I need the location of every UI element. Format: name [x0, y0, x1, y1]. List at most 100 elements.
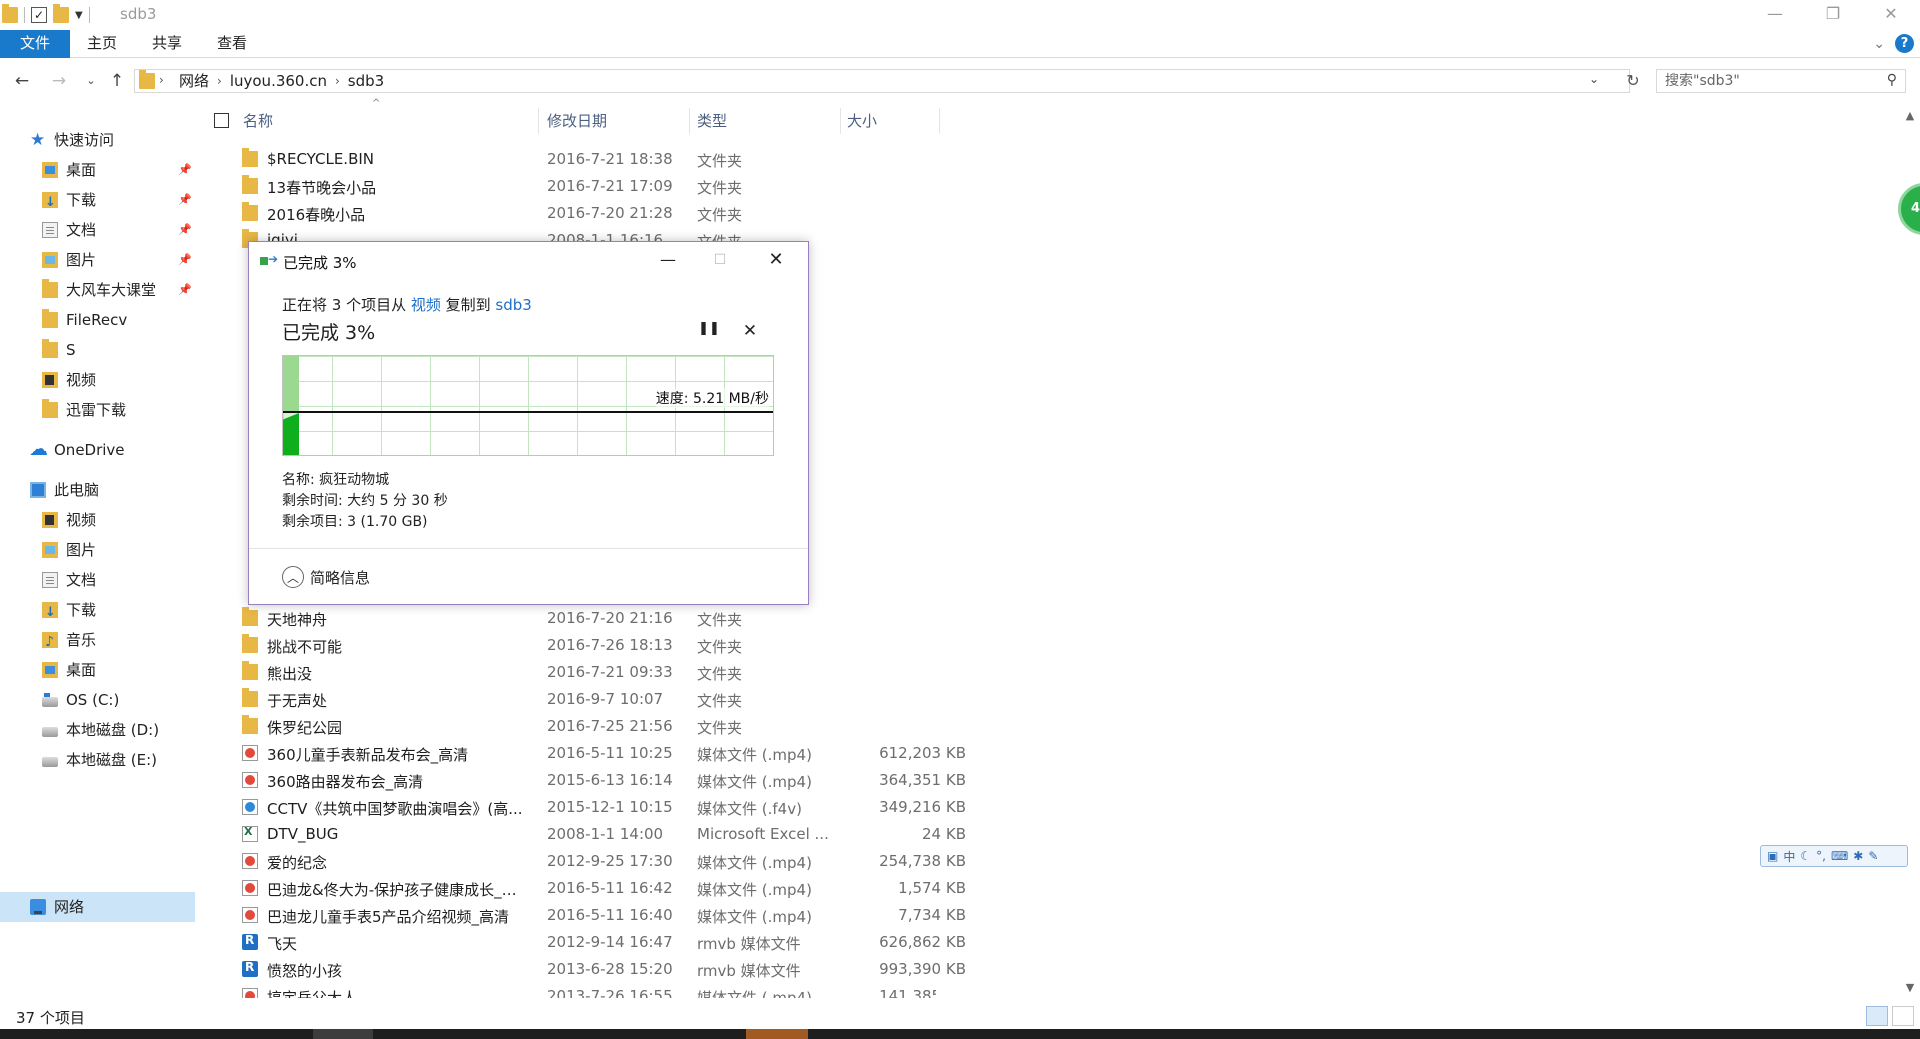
customize-toolbar-chevron-icon[interactable]: ▼: [75, 10, 83, 21]
pin-icon[interactable]: 📌: [178, 164, 192, 175]
file-row[interactable]: 360儿童手表新品发布会_高清 2016-5-11 10:25 媒体文件 (.mp4…: [236, 740, 966, 767]
recent-locations-chevron-icon[interactable]: ⌄: [80, 69, 102, 93]
large-icons-view-icon[interactable]: [1892, 1006, 1914, 1026]
sidebar-item-this-pc[interactable]: 此电脑: [30, 476, 99, 504]
ime-tools-icon[interactable]: ✎: [1868, 849, 1878, 863]
sidebar-item-pc-documents[interactable]: 文档: [42, 566, 96, 594]
column-divider[interactable]: [689, 108, 690, 134]
maximize-button[interactable]: ❐: [1804, 0, 1862, 30]
file-row[interactable]: 侏罗纪公园 2016-7-25 21:56 文件夹: [236, 713, 936, 740]
breadcrumb-network[interactable]: 网络: [179, 70, 209, 92]
pin-icon[interactable]: 📌: [178, 194, 192, 205]
ime-settings-icon[interactable]: ✱: [1853, 849, 1863, 863]
minimize-button[interactable]: —: [1746, 0, 1804, 30]
taskbar-item[interactable]: [746, 1029, 808, 1039]
breadcrumb-chevron-icon[interactable]: ›: [217, 70, 222, 92]
sidebar-item-onedrive[interactable]: OneDrive: [29, 435, 125, 464]
file-row[interactable]: 于无声处 2016-9-7 10:07 文件夹: [236, 686, 936, 713]
file-row[interactable]: 飞天 2012-9-14 16:47 rmvb 媒体文件 626,862 KB: [236, 929, 966, 956]
file-row[interactable]: 巴迪龙&佟大为-保护孩子健康成长_高... 2016-5-11 16:42 媒体文件…: [236, 875, 966, 902]
pause-button[interactable]: ❚❚: [697, 321, 721, 341]
source-link[interactable]: 视频: [411, 296, 441, 314]
column-divider[interactable]: [939, 108, 940, 134]
back-arrow-icon[interactable]: ←: [11, 69, 33, 93]
column-header-type[interactable]: 类型: [697, 108, 837, 134]
scroll-down-arrow-icon[interactable]: ▼: [1900, 980, 1920, 996]
sidebar-item-pc-music[interactable]: 音乐: [42, 626, 96, 656]
cancel-copy-button[interactable]: ✕: [738, 321, 762, 341]
tab-file[interactable]: 文件: [0, 30, 70, 58]
pin-icon[interactable]: 📌: [178, 284, 192, 295]
expand-ribbon-chevron-icon[interactable]: ⌄: [1873, 36, 1885, 52]
sidebar-item-pc-desktop[interactable]: 桌面: [42, 656, 96, 684]
pin-icon[interactable]: 📌: [178, 224, 192, 235]
search-input[interactable]: [1657, 70, 1867, 92]
file-row[interactable]: 熊出没 2016-7-21 09:33 文件夹: [236, 659, 936, 686]
sidebar-item-filerecv[interactable]: FileRecv: [42, 306, 127, 334]
file-row[interactable]: 挑战不可能 2016-7-26 18:13 文件夹: [236, 632, 936, 659]
column-header-name[interactable]: 名称: [243, 108, 533, 134]
destination-link[interactable]: sdb3: [495, 296, 531, 314]
sidebar-item-drive-c[interactable]: OS (C:): [42, 686, 119, 714]
dialog-minimize-button[interactable]: —: [654, 248, 682, 272]
sidebar-item-network[interactable]: 网络: [30, 893, 84, 921]
file-row[interactable]: DTV_BUG 2008-1-1 14:00 Microsoft Excel ...…: [236, 821, 966, 848]
sidebar-item-pc-downloads[interactable]: 下载: [42, 596, 96, 627]
sidebar-item-videos[interactable]: 视频: [42, 366, 96, 394]
properties-check-icon[interactable]: ✓: [31, 7, 47, 23]
tab-share[interactable]: 共享: [145, 30, 189, 58]
file-row[interactable]: CCTV《共筑中国梦歌曲演唱会》(高... 2015-12-1 10:15 媒体文件…: [236, 794, 966, 821]
file-row[interactable]: 2016春晚小品 2016-7-20 21:28 文件夹: [236, 200, 936, 227]
sidebar-item-documents[interactable]: 文档: [42, 216, 96, 244]
file-row[interactable]: 天地神舟 2016-7-20 21:16 文件夹: [236, 605, 936, 632]
sidebar-item-dafengche[interactable]: 大风车大课堂: [42, 276, 156, 304]
search-icon[interactable]: ⚲: [1887, 72, 1897, 88]
sidebar-item-s[interactable]: S: [42, 336, 76, 364]
ime-punct-icon[interactable]: °,: [1816, 849, 1826, 863]
chevron-up-icon[interactable]: ︿: [282, 566, 304, 588]
details-view-icon[interactable]: [1866, 1006, 1888, 1026]
column-header-size[interactable]: 大小: [847, 108, 937, 134]
breadcrumb-sdb3[interactable]: sdb3: [348, 70, 384, 92]
less-details-toggle[interactable]: ︿ 简略信息: [282, 566, 370, 588]
sidebar-item-drive-e[interactable]: 本地磁盘 (E:): [42, 746, 157, 774]
column-header-date[interactable]: 修改日期: [547, 108, 687, 134]
ime-keyboard-icon[interactable]: ⌨: [1831, 849, 1848, 863]
select-all-checkbox[interactable]: [214, 113, 229, 128]
column-divider[interactable]: [538, 108, 539, 134]
file-row[interactable]: 爱的纪念 2012-9-25 17:30 媒体文件 (.mp4) 254,738 KB: [236, 848, 966, 875]
file-row[interactable]: 搞定岳父大人 2013-7-26 16:55 媒体文件 (.mp4) 141,385 …: [236, 983, 936, 998]
sidebar-item-downloads[interactable]: 下载: [42, 186, 96, 217]
pin-icon[interactable]: 📌: [178, 254, 192, 265]
file-row[interactable]: 巴迪龙儿童手表5产品介绍视频_高清 2016-5-11 16:40 媒体文件 (.m…: [236, 902, 966, 929]
ime-toolbar[interactable]: ▣ 中 ☾ °, ⌨ ✱ ✎: [1760, 845, 1908, 867]
file-row[interactable]: $RECYCLE.BIN 2016-7-21 18:38 文件夹: [236, 146, 936, 173]
dialog-close-button[interactable]: ✕: [762, 248, 790, 272]
tab-view[interactable]: 查看: [210, 30, 254, 58]
file-row[interactable]: 愤怒的小孩 2013-6-28 15:20 rmvb 媒体文件 993,390 KB: [236, 956, 966, 983]
sidebar-item-xunlei[interactable]: 迅雷下载: [42, 396, 126, 424]
sidebar-item-pc-videos[interactable]: 视频: [42, 506, 96, 534]
close-button[interactable]: ✕: [1862, 0, 1920, 30]
sidebar-item-desktop[interactable]: 桌面: [42, 156, 96, 184]
forward-arrow-icon[interactable]: →: [48, 69, 70, 93]
ime-mode-label[interactable]: 中: [1783, 848, 1795, 865]
sidebar-item-pc-pictures[interactable]: 图片: [42, 536, 96, 564]
help-icon[interactable]: ?: [1895, 34, 1914, 53]
sidebar-item-drive-d[interactable]: 本地磁盘 (D:): [42, 716, 159, 744]
breadcrumb-host[interactable]: luyou.360.cn: [230, 70, 327, 92]
scroll-up-arrow-icon[interactable]: ▲: [1900, 108, 1920, 124]
address-bar[interactable]: › 网络 › luyou.360.cn › sdb3 ⌄: [134, 69, 1630, 93]
breadcrumb-chevron-icon[interactable]: ›: [335, 70, 340, 92]
taskbar-item[interactable]: [313, 1029, 373, 1039]
sidebar-item-quick-access[interactable]: 快速访问: [30, 126, 114, 154]
address-dropdown-chevron-icon[interactable]: ⌄: [1589, 72, 1599, 86]
up-arrow-icon[interactable]: ↑: [106, 69, 128, 93]
tab-home[interactable]: 主页: [80, 30, 124, 58]
sidebar-item-pictures[interactable]: 图片: [42, 246, 96, 274]
search-box[interactable]: ⚲: [1656, 69, 1906, 93]
ime-logo-icon[interactable]: ▣: [1767, 849, 1778, 863]
file-row[interactable]: 360路由器发布会_高清 2015-6-13 16:14 媒体文件 (.mp4) 36…: [236, 767, 966, 794]
breadcrumb-chevron-icon[interactable]: ›: [159, 73, 164, 87]
new-folder-icon[interactable]: [53, 4, 69, 23]
